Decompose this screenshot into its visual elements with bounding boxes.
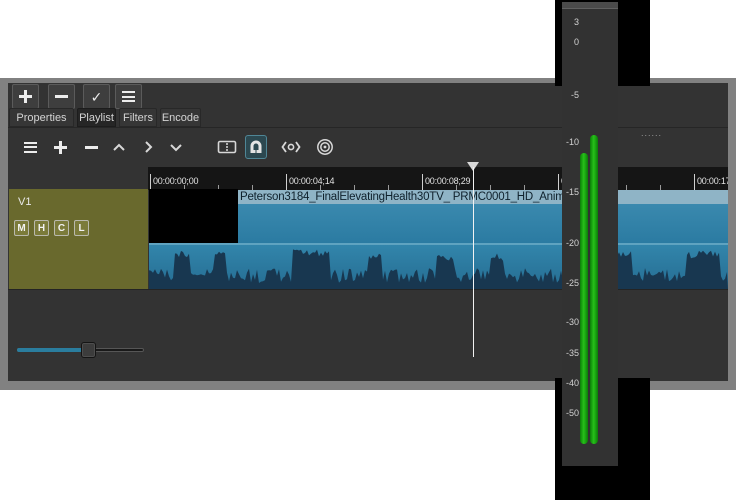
- meter-bar-left-channel: [580, 153, 588, 444]
- meter-scale-label: 0: [562, 37, 579, 47]
- timeline-ruler[interactable]: 00:00:00;00 00:00:04;14 00:00:08;29 00:0…: [148, 167, 728, 190]
- timeline-zoom-slider-fill: [17, 348, 84, 352]
- timeline-append-button[interactable]: [50, 137, 70, 157]
- tabbar-divider: [8, 127, 728, 128]
- meter-scale-label: -25: [562, 278, 579, 288]
- meter-scale-label: -50: [562, 408, 579, 418]
- lift-button[interactable]: [109, 137, 129, 157]
- snap-magnet-icon: [248, 139, 264, 155]
- ripple-icon: [316, 138, 334, 156]
- scrub-while-dragging-button[interactable]: [281, 137, 301, 157]
- snap-toggle-button[interactable]: [245, 135, 267, 159]
- app-window: ✓ Properties Playlist Filters Encode: [0, 78, 736, 390]
- ruler-major-tick: [694, 174, 695, 190]
- ruler-major-tick: [558, 174, 559, 190]
- minus-icon: [85, 146, 98, 149]
- update-button[interactable]: ✓: [83, 84, 110, 109]
- screen: { "top_toolbar": { "buttons": [ {"id": "…: [0, 0, 736, 500]
- overwrite-down-button[interactable]: [166, 137, 186, 157]
- track-composite-button[interactable]: C: [54, 220, 69, 236]
- track-separator: [8, 289, 728, 290]
- playhead-line: [473, 167, 474, 357]
- remove-button[interactable]: [48, 84, 75, 109]
- window-content: ✓ Properties Playlist Filters Encode: [8, 83, 728, 381]
- meter-scale-label: -15: [562, 187, 579, 197]
- meter-scale-label: 3: [562, 17, 579, 27]
- panel-overflow-dots: ......: [641, 128, 662, 138]
- meter-bar-right-channel: [590, 135, 598, 444]
- ruler-major-tick: [422, 174, 423, 190]
- ruler-major-tick: [150, 174, 151, 190]
- ruler-major-tick: [286, 174, 287, 190]
- track-mute-button[interactable]: M: [14, 220, 29, 236]
- tab-encode[interactable]: Encode: [160, 108, 201, 127]
- meter-scale-label: -35: [562, 348, 579, 358]
- chevron-right-icon: [144, 140, 153, 154]
- timeline-zoom-slider-handle[interactable]: [81, 342, 96, 358]
- check-icon: ✓: [91, 90, 103, 104]
- track-header-v1[interactable]: V1 M H C L: [9, 189, 148, 289]
- clip-properties-icon: [217, 140, 237, 154]
- meter-scale-label: -30: [562, 317, 579, 327]
- track-lock-button[interactable]: L: [74, 220, 89, 236]
- timeline-menu-button[interactable]: [20, 137, 40, 157]
- track-hide-button[interactable]: H: [34, 220, 49, 236]
- meter-scale-label: -10: [562, 137, 579, 147]
- meter-scale-label: -5: [562, 90, 579, 100]
- timeline-clip[interactable]: Peterson3184_FinalElevatingHealth30TV_ P…: [149, 189, 728, 289]
- menu-icon: [122, 91, 135, 102]
- track-name: V1: [18, 196, 31, 208]
- clip-video-thumbnail: [149, 189, 238, 243]
- audio-peak-meter: 3 0 -5 -10 -15 -20 -25 -30 -35 -40 -50: [562, 2, 618, 466]
- clip-title: Peterson3184_FinalElevatingHealth30TV_ P…: [240, 190, 726, 204]
- menu-button[interactable]: [115, 84, 142, 109]
- menu-icon: [24, 142, 37, 153]
- tab-filters[interactable]: Filters: [119, 108, 157, 127]
- scrub-while-dragging-icon: [281, 140, 301, 154]
- add-button[interactable]: [12, 84, 39, 109]
- audio-waveform: [149, 245, 728, 289]
- chevron-up-icon: [112, 143, 126, 152]
- tab-playlist[interactable]: Playlist: [77, 108, 116, 127]
- tab-properties[interactable]: Properties: [9, 108, 74, 127]
- minus-icon: [55, 95, 68, 98]
- plus-icon: [19, 90, 32, 103]
- meter-grab-bar[interactable]: [562, 2, 618, 9]
- plus-icon: [54, 141, 67, 154]
- meter-scale-label: -40: [562, 378, 579, 388]
- clip-properties-button[interactable]: [217, 137, 237, 157]
- meter-scale-label: -20: [562, 238, 579, 248]
- overwrite-button[interactable]: [138, 137, 158, 157]
- chevron-down-icon: [169, 143, 183, 152]
- timeline-remove-button[interactable]: [81, 137, 101, 157]
- ripple-button[interactable]: [315, 137, 335, 157]
